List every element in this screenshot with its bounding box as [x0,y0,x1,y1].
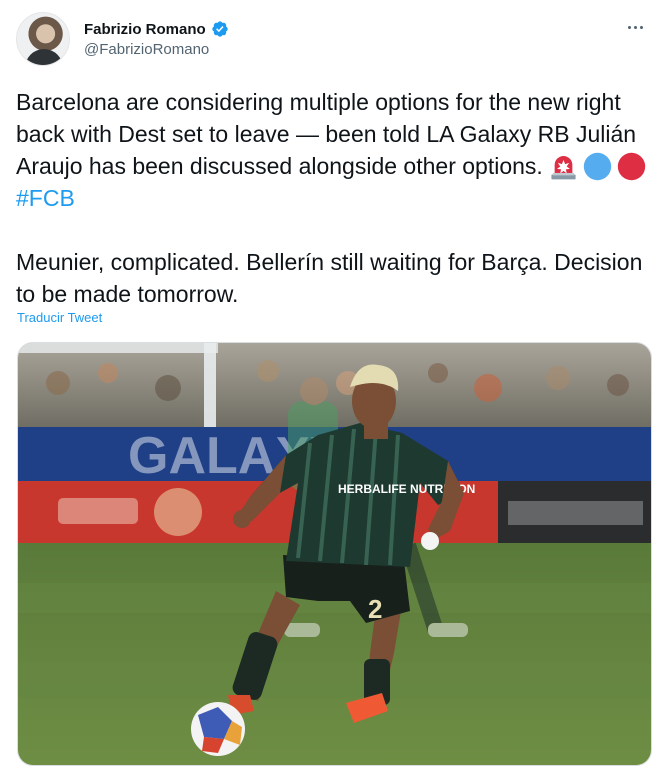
author-name-row[interactable]: Fabrizio Romano [84,18,229,40]
red-circle-emoji [618,152,646,181]
tweet-paragraph-2: Meunier, complicated. Bellerín still wai… [16,249,643,307]
verified-badge-icon [211,21,228,37]
tweet-paragraph-1: Barcelona are considering multiple optio… [16,86,656,214]
tweet-text: Barcelona are considering multiple optio… [16,86,656,310]
soccer-player-photo: GALAXY 2 HERBALIFE NUTRITION [18,343,651,765]
blue-circle-emoji [584,152,612,181]
tweet-media-photo[interactable]: GALAXY 2 HERBALIFE NUTRITION [17,342,652,766]
hashtag-link[interactable]: #FCB [16,185,75,211]
tweet-header: Fabrizio Romano @FabrizioRomano [16,12,656,68]
shirt-number-text: 2 [368,594,382,624]
author-handle[interactable]: @FabrizioRomano [84,41,209,58]
avatar[interactable] [16,12,70,66]
more-options-icon[interactable] [622,14,648,40]
author-display-name[interactable]: Fabrizio Romano [84,21,206,38]
translate-tweet-link[interactable]: Traducir Tweet [17,310,102,325]
tweet-paragraph-1-text: Barcelona are considering multiple optio… [16,89,637,179]
tweet-card: Fabrizio Romano @FabrizioRomano Barcelon… [0,0,665,773]
rotating-light-emoji [551,156,576,180]
